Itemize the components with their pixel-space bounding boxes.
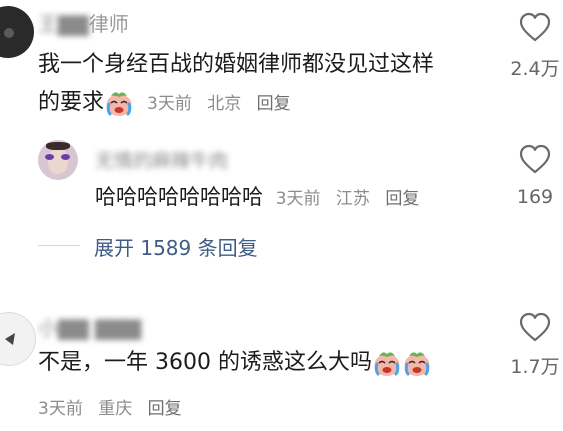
avatar[interactable]: [0, 312, 36, 366]
avatar[interactable]: [0, 6, 34, 58]
comment-username[interactable]: 无情的麻辣牛肉: [95, 146, 228, 173]
comment-time: 3天前: [275, 189, 321, 209]
reply-button[interactable]: 回复: [257, 94, 291, 114]
comment-location: 北京: [207, 94, 242, 114]
comment-text: 不是，一年 3600 的诱惑这么大吗: [38, 344, 432, 382]
expand-divider: [38, 245, 80, 246]
comment-username[interactable]: 小▇▇ ▇▇▇: [38, 312, 141, 341]
like-count: 1.7万: [510, 356, 560, 378]
like-count: 169: [516, 186, 554, 208]
crying-laughing-emoji-icon: [402, 350, 431, 377]
comment-username[interactable]: 王▇▇律师: [38, 8, 129, 37]
avatar-mark-icon: [5, 333, 15, 345]
heart-outline-icon[interactable]: [519, 312, 551, 342]
comment-location: 重庆: [98, 399, 133, 419]
expand-replies-button[interactable]: 展开 1589 条回复: [94, 232, 258, 261]
username-visible: 律师: [88, 12, 129, 36]
like-count: 2.4万: [510, 58, 560, 80]
crying-laughing-emoji-icon: [105, 90, 134, 117]
comment-text-line2: 的要求 3天前 北京 回复: [38, 90, 291, 117]
reply-button[interactable]: 回复: [148, 399, 182, 419]
comment-location: 江苏: [335, 189, 370, 209]
comment-text: 我一个身经百战的婚姻律师都没见过这样: [38, 52, 435, 77]
comment-time: 3天前: [147, 94, 192, 114]
comment-text: 哈哈哈哈哈哈哈哈 3天前 江苏 回复: [95, 185, 420, 209]
avatar[interactable]: [38, 140, 78, 180]
username-blurred: 王▇▇: [38, 12, 89, 36]
reply-button[interactable]: 回复: [385, 189, 419, 209]
comment-meta: 3天前 重庆 回复: [38, 394, 192, 419]
heart-outline-icon[interactable]: [519, 12, 551, 42]
comment-time: 3天前: [38, 399, 83, 419]
heart-outline-icon[interactable]: [519, 144, 551, 174]
crying-laughing-emoji-icon: [372, 350, 401, 377]
